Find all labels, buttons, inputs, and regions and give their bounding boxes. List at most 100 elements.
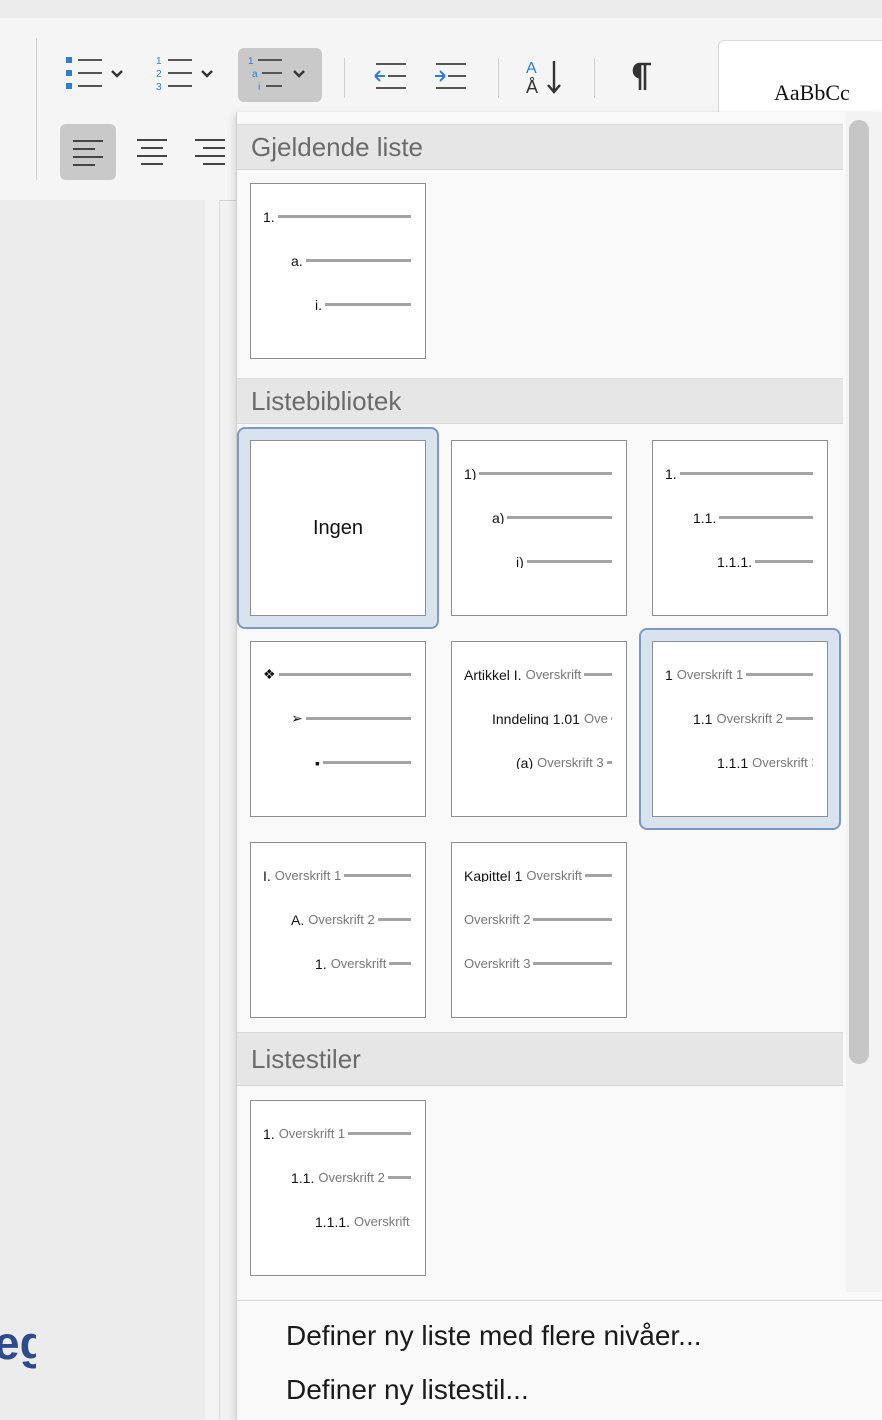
level-number-label: Kapittel 1 <box>464 869 523 882</box>
heading-style-label: Overskrift <box>525 668 582 681</box>
list-library-card[interactable]: 1) a) i) <box>451 440 627 616</box>
bullets-button[interactable] <box>64 48 124 102</box>
level-number-label: 1.1.1 <box>717 756 749 769</box>
list-none-card[interactable]: Ingen <box>250 440 426 616</box>
align-left-button[interactable] <box>60 124 116 180</box>
text-placeholder-line <box>344 874 411 877</box>
text-placeholder-line <box>533 918 612 921</box>
list-level-line: 1.1.1. <box>717 555 813 568</box>
list-level-line: 1.1.1 Overskrift 3 <box>717 756 813 769</box>
style-sample-text[interactable]: AaBbCc <box>774 80 850 106</box>
list-library-card[interactable]: 1 Overskrift 1 1.1 Overskrift 2 1.1.1 Overskr… <box>652 641 828 817</box>
define-list-style-item[interactable]: Definer ny listestil... <box>286 1374 529 1406</box>
toolbar-separator <box>594 58 595 98</box>
document-page-edge <box>205 200 220 1420</box>
show-formatting-marks-button[interactable] <box>622 56 662 96</box>
decrease-indent-icon <box>372 60 408 92</box>
text-placeholder-line <box>387 1176 411 1179</box>
align-right-icon <box>193 136 227 166</box>
bullets-icon <box>64 54 104 97</box>
heading-style-label: Overskrift 2 <box>464 913 531 926</box>
list-level-line: i. <box>315 298 411 311</box>
level-number-label: a) <box>492 511 505 524</box>
text-placeholder-line <box>533 962 612 965</box>
list-level-line: Overskrift 2 <box>464 913 612 926</box>
scrollbar-thumb[interactable] <box>849 120 869 1064</box>
align-center-button[interactable] <box>132 128 172 174</box>
svg-text:Å: Å <box>526 77 538 97</box>
level-number-label: 1.1 <box>693 712 713 725</box>
list-level-line: a) <box>492 511 612 524</box>
multilevel-list-button[interactable]: 1 a i <box>238 48 322 102</box>
text-placeholder-line <box>679 472 813 475</box>
list-level-line: 1.1.1. Overskrift <box>315 1215 411 1228</box>
increase-indent-icon <box>432 60 468 92</box>
svg-text:1: 1 <box>248 56 254 67</box>
sort-button[interactable]: A Å <box>522 54 566 100</box>
current-list-card[interactable]: 1. a. i. <box>250 183 426 359</box>
toolbar-separator <box>498 58 499 98</box>
list-level-line: 1.1. <box>693 511 813 524</box>
heading-style-label: Overskrift 1 <box>676 668 744 681</box>
chevron-down-icon[interactable] <box>292 66 306 84</box>
heading-style-label: Ove <box>583 712 608 725</box>
heading-style-label: Overskrift 1 <box>274 869 342 882</box>
numbering-button[interactable]: 1 2 3 <box>154 48 214 102</box>
sort-icon: A Å <box>522 55 566 99</box>
text-placeholder-line <box>526 560 612 563</box>
text-placeholder-line <box>377 918 411 921</box>
level-number-label: 1) <box>464 467 477 480</box>
list-level-line: Inndeling 1.01 Ove <box>492 712 612 725</box>
heading-style-label: Overskrift 3 <box>537 756 604 769</box>
text-placeholder-line <box>746 673 813 676</box>
decrease-indent-button[interactable] <box>370 56 410 96</box>
list-library-card[interactable]: ❖ ➢ ▪ <box>250 641 426 817</box>
list-level-line: 1.1. Overskrift 2 <box>291 1171 411 1184</box>
list-level-line: A. Overskrift 2 <box>291 913 411 926</box>
ribbon-top-strip <box>0 0 882 18</box>
list-library-card[interactable]: Kapittel 1 Overskrift Overskrift 2 Overskri… <box>451 842 627 1018</box>
section-header-list-styles: Listestiler <box>237 1032 843 1086</box>
document-background <box>0 200 218 1420</box>
heading-style-label: Overskrift 1 <box>278 1127 346 1140</box>
chevron-down-icon[interactable] <box>110 66 124 84</box>
menu-separator <box>236 1300 882 1301</box>
text-placeholder-line <box>785 717 813 720</box>
toolbar-separator <box>344 58 345 98</box>
list-level-line: i) <box>516 555 612 568</box>
text-placeholder-line <box>322 761 411 764</box>
list-level-line: Artikkel I. Overskrift <box>464 668 612 681</box>
align-right-button[interactable] <box>190 128 230 174</box>
list-library-card[interactable]: 1. 1.1. 1.1.1. <box>652 440 828 616</box>
level-number-label: i. <box>315 298 322 311</box>
heading-style-label: Overskrift 2 <box>318 1171 385 1184</box>
list-library-card[interactable]: I. Overskrift 1 A. Overskrift 2 1. Overskrift <box>250 842 426 1018</box>
list-level-line: Overskrift 3 <box>464 957 612 970</box>
text-placeholder-line <box>389 962 411 965</box>
none-label: Ingen <box>312 516 364 539</box>
list-level-line: a. <box>291 254 411 267</box>
chevron-down-icon[interactable] <box>200 66 214 84</box>
text-placeholder-line <box>277 215 411 218</box>
level-number-label: 1.1. <box>693 511 717 524</box>
list-library-card[interactable]: Artikkel I. Overskrift Inndeling 1.01 Ove (a… <box>451 641 627 817</box>
level-number-label: 1.1. <box>291 1171 315 1184</box>
list-style-card[interactable]: 1. Overskrift 1 1.1. Overskrift 2 1.1.1. Over… <box>250 1100 426 1276</box>
heading-style-label: Overskrift 2 <box>716 712 783 725</box>
text-placeholder-line <box>606 761 612 764</box>
svg-text:1: 1 <box>156 56 162 67</box>
text-placeholder-line <box>755 560 813 563</box>
define-multilevel-list-item[interactable]: Definer ny liste med flere nivåer... <box>286 1320 702 1352</box>
pilcrow-icon <box>627 60 657 92</box>
partial-background-text: eg <box>0 1317 36 1369</box>
level-number-label: Inndeling 1.01 <box>492 712 580 725</box>
text-placeholder-line <box>507 516 612 519</box>
align-center-icon <box>135 136 169 166</box>
align-left-icon <box>71 137 105 167</box>
heading-style-label: Overskrift 3 <box>752 756 813 769</box>
text-placeholder-line <box>584 673 612 676</box>
heading-style-label: Overskrift <box>526 869 582 882</box>
level-number-label: Artikkel I. <box>464 668 522 681</box>
svg-text:a: a <box>252 69 258 80</box>
increase-indent-button[interactable] <box>430 56 470 96</box>
